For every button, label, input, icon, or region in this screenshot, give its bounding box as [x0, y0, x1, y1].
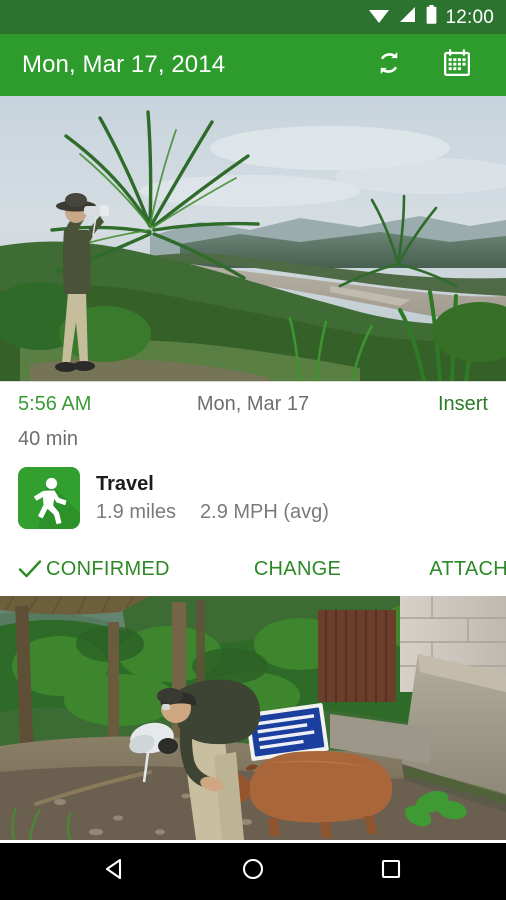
entry-card: 5:56 AM Mon, Mar 17 Insert 40 min Travel	[0, 381, 506, 596]
activity-stats: 1.9 miles 2.9 MPH (avg)	[96, 501, 329, 524]
app-bar-actions	[372, 48, 488, 82]
wifi-icon	[368, 6, 390, 29]
phone-screen: 12:00 Mon, Mar 17, 2014 5:56 AM Mon, Mar…	[0, 0, 506, 900]
attach-button[interactable]: ATTACH	[429, 558, 506, 581]
entry-time: 5:56 AM	[18, 393, 92, 415]
activity-name: Travel	[96, 472, 154, 495]
photo-bottom-image	[0, 596, 506, 840]
entry-meta-row: 5:56 AM Mon, Mar 17 Insert	[18, 394, 488, 420]
recents-button[interactable]	[369, 850, 413, 894]
change-button[interactable]: CHANGE	[254, 558, 341, 581]
home-button[interactable]	[231, 850, 275, 894]
calendar-icon	[442, 48, 472, 83]
app-bar: Mon, Mar 17, 2014	[0, 34, 506, 96]
check-icon	[18, 559, 42, 579]
confirmed-button-label: CONFIRMED	[46, 557, 170, 580]
sync-icon	[374, 48, 404, 83]
entry-date: Mon, Mar 17	[196, 393, 310, 415]
insert-button[interactable]: Insert	[438, 394, 488, 414]
status-bar: 12:00	[0, 0, 506, 34]
entry-action-row: CONFIRMED CHANGE ATTACH	[18, 549, 506, 589]
attach-button-label: ATTACH	[429, 557, 506, 580]
back-button[interactable]	[93, 850, 137, 894]
navigation-bar	[0, 843, 506, 900]
photo-bottom[interactable]	[0, 596, 506, 840]
activity-text: Travel 1.9 miles 2.9 MPH (avg)	[96, 473, 329, 524]
walking-person-icon	[18, 467, 80, 529]
entry-duration: 40 min	[18, 428, 79, 450]
photo-top[interactable]	[0, 96, 506, 381]
confirmed-button[interactable]: CONFIRMED	[18, 558, 170, 581]
back-triangle-icon	[102, 856, 128, 887]
recents-square-icon	[378, 856, 404, 887]
activity-speed: 2.9 MPH (avg)	[200, 500, 329, 523]
change-button-label: CHANGE	[253, 557, 342, 580]
photo-top-image	[0, 96, 506, 381]
calendar-button[interactable]	[440, 48, 474, 82]
home-circle-icon	[240, 856, 266, 887]
page-title: Mon, Mar 17, 2014	[22, 51, 226, 78]
battery-icon	[426, 5, 437, 29]
status-bar-clock: 12:00	[445, 6, 494, 28]
cellular-signal-icon	[399, 6, 417, 29]
activity-row[interactable]: Travel 1.9 miles 2.9 MPH (avg)	[18, 467, 488, 529]
activity-distance: 1.9 miles	[96, 500, 177, 523]
sync-button[interactable]	[372, 48, 406, 82]
status-bar-icons	[368, 5, 437, 29]
